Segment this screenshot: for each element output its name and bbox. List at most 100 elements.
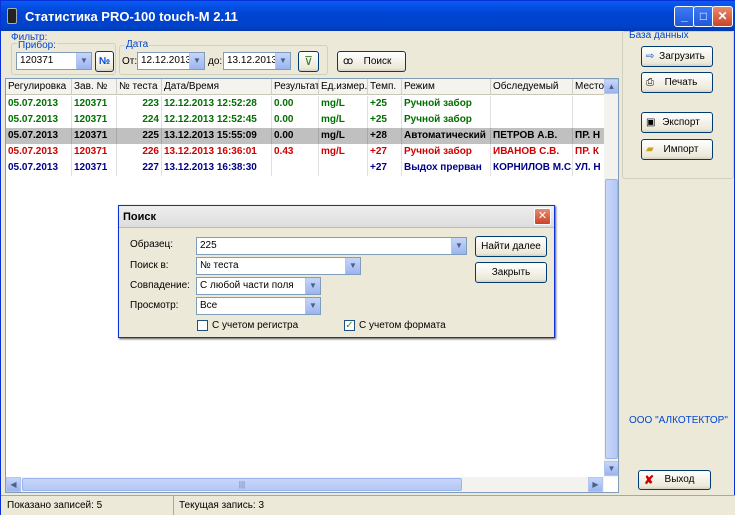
table-cell: 12.12.2013 12:52:45 [162, 112, 272, 128]
table-cell: Выдох прерван [402, 160, 491, 176]
case-checkbox[interactable] [197, 320, 208, 331]
exit-label: Выход [664, 474, 695, 485]
search-in-select[interactable]: № теста ▼ [196, 257, 361, 275]
to-label: до: [208, 56, 223, 67]
table-cell: +27 [368, 144, 402, 160]
table-cell: 0.00 [272, 112, 319, 128]
table-row[interactable]: 05.07.2013 120371 225 13.12.2013 15:55:09 0.… [6, 128, 606, 144]
chevron-down-icon: ▼ [76, 53, 91, 69]
load-icon: ⇨ [646, 51, 655, 62]
dialog-close-icon[interactable]: ✕ [534, 208, 551, 225]
device-label: Прибор: [17, 40, 57, 51]
load-label: Загрузить [659, 51, 705, 62]
table-cell: mg/L [319, 144, 368, 160]
chevron-down-icon: ▼ [275, 53, 290, 69]
table-cell: 227 [117, 160, 162, 176]
match-label: Совпадение: [130, 280, 190, 291]
table-cell [491, 96, 573, 112]
table-row[interactable]: 05.07.2013 120371 227 13.12.2013 16:38:30 +2… [6, 160, 606, 176]
floppy-icon: ▣ [646, 117, 656, 128]
funnel-icon: ⊽ [304, 54, 313, 68]
table-cell: ИВАНОВ С.В. [491, 144, 573, 160]
table-cell: 0.43 [272, 144, 319, 160]
scroll-down-icon[interactable]: ▼ [604, 461, 618, 476]
horizontal-scrollbar[interactable]: ◀ ||| ▶ [6, 477, 604, 492]
table-cell [491, 112, 573, 128]
table-cell: 224 [117, 112, 162, 128]
current-record: Текущая запись: 3 [179, 500, 265, 511]
table-row[interactable]: 05.07.2013 120371 223 12.12.2013 12:52:28 0.… [6, 96, 606, 112]
table-row[interactable]: 05.07.2013 120371 224 12.12.2013 12:52:45 0.… [6, 112, 606, 128]
scroll-left-icon[interactable]: ◀ [6, 477, 21, 492]
device-value: 120371 [20, 55, 54, 66]
date-to-value: 13.12.2013 [227, 55, 278, 66]
table-cell: 0.00 [272, 96, 319, 112]
device-select[interactable]: 120371 ▼ [16, 52, 92, 70]
exit-button[interactable]: ✘ Выход [638, 470, 711, 490]
match-select[interactable]: С любой части поля ▼ [196, 277, 321, 295]
table-cell: 13.12.2013 16:36:01 [162, 144, 272, 160]
scroll-right-icon[interactable]: ▶ [588, 477, 603, 492]
records-shown: Показано записей: 5 [7, 500, 103, 511]
match-value: С любой части поля [200, 280, 294, 291]
search-button[interactable]: ꝏ Поиск [337, 51, 406, 72]
vertical-scrollbar[interactable]: ▲ ▼ [604, 79, 618, 477]
print-label: Печать [664, 77, 698, 88]
export-button[interactable]: ▣ Экспорт [641, 112, 713, 133]
chevron-down-icon: ▼ [345, 258, 360, 274]
sample-input[interactable]: 225 ▼ [196, 237, 467, 255]
table-cell: ПР. К [573, 144, 606, 160]
table-cell: КОРНИЛОВ М.С. [491, 160, 573, 176]
minimize-button[interactable]: _ [674, 6, 695, 27]
format-checkbox[interactable]: ✓ [344, 320, 355, 331]
search-button-label: Поиск [363, 56, 392, 67]
print-button[interactable]: ⎙ Печать [641, 72, 713, 93]
dialog-title: Поиск [119, 206, 554, 228]
table-cell: 225 [117, 128, 162, 144]
column-header[interactable]: Режим [402, 79, 491, 95]
export-label: Экспорт [662, 117, 700, 128]
scroll-up-icon[interactable]: ▲ [604, 79, 618, 94]
table-cell: mg/L [319, 112, 368, 128]
scroll-thumb-h[interactable]: ||| [22, 478, 462, 491]
scroll-thumb[interactable] [605, 179, 618, 459]
table-cell [573, 112, 606, 128]
table-cell: +25 [368, 112, 402, 128]
date-label: Дата [125, 39, 150, 50]
search-in-value: № теста [200, 260, 239, 271]
company-name: ООО "АЛКОТЕКТОР" [629, 415, 728, 426]
chevron-down-icon: ▼ [189, 53, 204, 69]
window-title: Статистика PRO-100 touch-M 2.11 [25, 8, 238, 24]
apply-filter-button[interactable]: ⊽ [298, 51, 319, 72]
column-header[interactable]: Обследуемый [491, 79, 573, 95]
column-header[interactable]: Темп. [368, 79, 402, 95]
table-cell: Ручной забор [402, 96, 491, 112]
device-number-button[interactable]: № [95, 51, 114, 72]
maximize-button[interactable]: □ [693, 6, 714, 27]
load-button[interactable]: ⇨ Загрузить [641, 46, 713, 67]
date-from-select[interactable]: 12.12.2013 ▼ [137, 52, 205, 70]
table-cell: Ручной забор [402, 144, 491, 160]
chevron-down-icon: ▼ [305, 298, 320, 314]
column-header[interactable]: Место [573, 79, 606, 95]
table-cell: 13.12.2013 16:38:30 [162, 160, 272, 176]
view-select[interactable]: Все ▼ [196, 297, 321, 315]
column-header[interactable]: Ед.измер. [319, 79, 368, 95]
import-button[interactable]: ▰ Импорт [641, 139, 713, 160]
table-cell [272, 160, 319, 176]
table-cell: 120371 [72, 128, 117, 144]
table-cell: 223 [117, 96, 162, 112]
column-header[interactable]: № теста [117, 79, 162, 95]
grid-header: Регулировка Зав. № № теста Дата/Время Резуль… [6, 79, 618, 95]
dialog-close-button[interactable]: Закрыть [475, 262, 547, 283]
find-next-button[interactable]: Найти далее [475, 236, 547, 257]
column-header[interactable]: Результат [272, 79, 319, 95]
column-header[interactable]: Дата/Время [162, 79, 272, 95]
close-button[interactable]: ✕ [712, 6, 733, 27]
view-value: Все [200, 300, 218, 311]
table-cell: +28 [368, 128, 402, 144]
table-row[interactable]: 05.07.2013 120371 226 13.12.2013 16:36:01 0.… [6, 144, 606, 160]
date-to-select[interactable]: 13.12.2013 ▼ [223, 52, 291, 70]
column-header[interactable]: Регулировка [6, 79, 72, 95]
column-header[interactable]: Зав. № [72, 79, 117, 95]
